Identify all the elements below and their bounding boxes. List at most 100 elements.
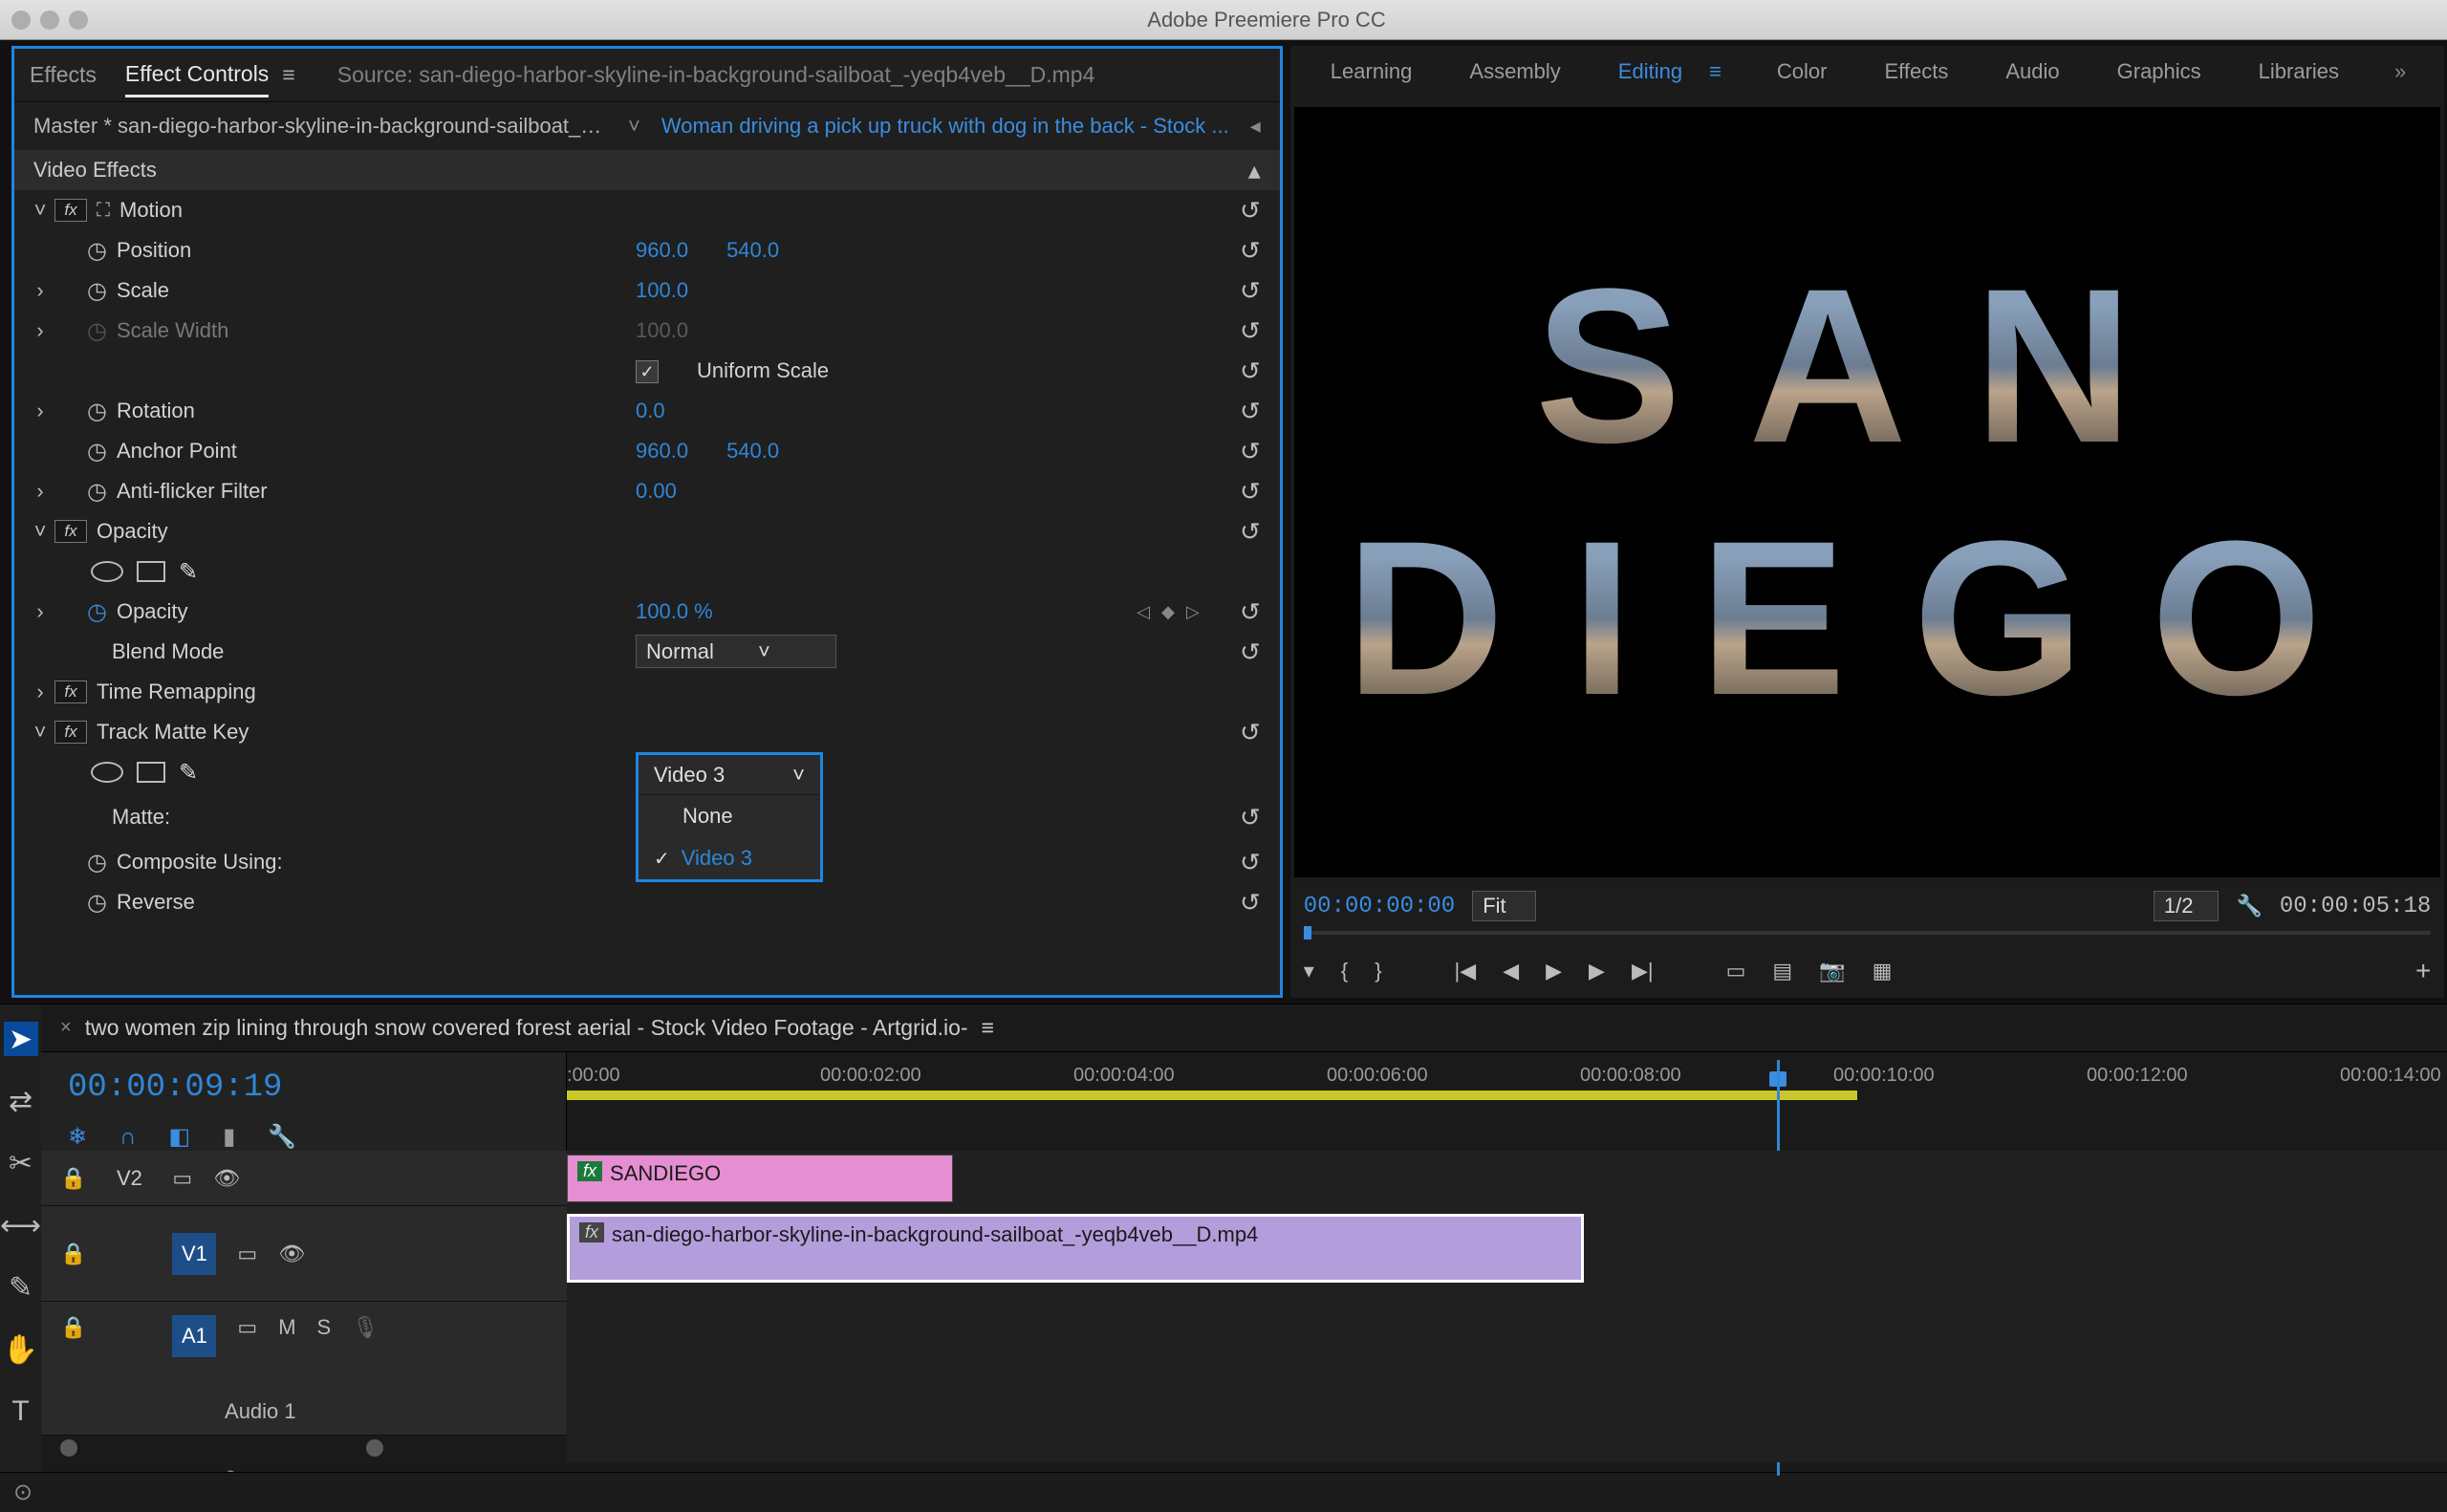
- lock-icon[interactable]: 🔒: [60, 1242, 86, 1266]
- snap-icon[interactable]: ❄: [68, 1123, 87, 1151]
- reset-icon[interactable]: ↺: [1240, 236, 1261, 266]
- play-button[interactable]: ▶: [1546, 959, 1562, 983]
- reset-icon[interactable]: ↺: [1240, 276, 1261, 306]
- add-button-icon[interactable]: +: [2415, 956, 2431, 986]
- stopwatch-icon[interactable]: ◷: [87, 237, 107, 265]
- step-fwd-icon[interactable]: ▶: [1589, 959, 1605, 983]
- fx-badge-icon[interactable]: fx: [54, 721, 87, 744]
- time-remapping-row[interactable]: › fx Time Remapping: [14, 672, 1280, 712]
- close-tab-icon[interactable]: ×: [60, 1017, 72, 1039]
- ws-audio[interactable]: Audio: [2003, 54, 2061, 90]
- reset-icon[interactable]: ↺: [1240, 356, 1261, 386]
- stopwatch-icon[interactable]: ◷: [87, 849, 107, 876]
- clip-video-selected[interactable]: fxsan-diego-harbor-skyline-in-background…: [567, 1214, 1584, 1283]
- ws-assembly[interactable]: Assembly: [1467, 54, 1562, 90]
- program-scrubber[interactable]: [1290, 925, 2445, 944]
- lift-icon[interactable]: ▭: [1726, 959, 1746, 983]
- ws-learning[interactable]: Learning: [1329, 54, 1415, 90]
- eye-icon[interactable]: 👁: [278, 1242, 305, 1266]
- blend-dropdown[interactable]: Normal ˅: [636, 639, 875, 664]
- eye-icon[interactable]: 👁: [213, 1166, 240, 1191]
- twirl-down-icon[interactable]: ˅: [33, 720, 47, 745]
- timeline-timecode[interactable]: 00:00:09:19: [41, 1052, 566, 1106]
- program-preview[interactable]: SAN DIEGO: [1294, 107, 2441, 877]
- stopwatch-icon[interactable]: ◷: [87, 478, 107, 506]
- pen-tool-icon[interactable]: ✎: [9, 1271, 32, 1305]
- ws-libraries[interactable]: Libraries: [2257, 54, 2341, 90]
- timeline-ruler-area[interactable]: :00:0000:00:02:0000:00:04:0000:00:06:000…: [567, 1052, 2447, 1151]
- settings-icon[interactable]: 🔧: [2236, 894, 2262, 918]
- comparison-icon[interactable]: ▦: [1873, 959, 1893, 983]
- reset-icon[interactable]: ↺: [1240, 196, 1261, 226]
- slider-handle-icon[interactable]: [60, 1439, 77, 1457]
- reset-icon[interactable]: ↺: [1240, 477, 1261, 507]
- mic-icon[interactable]: 🎙: [352, 1315, 379, 1340]
- settings-icon[interactable]: 🔧: [268, 1123, 296, 1151]
- twirl-right-icon[interactable]: ›: [33, 278, 47, 303]
- panel-menu-icon[interactable]: ≡: [1709, 59, 1722, 84]
- sequence-link[interactable]: Woman driving a pick up truck with dog i…: [661, 114, 1229, 139]
- fx-badge-icon[interactable]: fx: [54, 520, 87, 543]
- traffic-light-close[interactable]: [11, 11, 31, 30]
- overflow-icon[interactable]: »: [2394, 59, 2406, 84]
- twirl-down-icon[interactable]: ˅: [33, 519, 47, 544]
- mute-icon[interactable]: M: [278, 1315, 295, 1340]
- reset-icon[interactable]: ↺: [1240, 888, 1261, 918]
- fit-dropdown[interactable]: Fit: [1472, 891, 1535, 921]
- mark-clip-icon[interactable]: }: [1375, 959, 1381, 983]
- sync-lock-icon[interactable]: ▭: [172, 1166, 192, 1191]
- step-back-icon[interactable]: ◀: [1503, 959, 1519, 983]
- type-tool-icon[interactable]: T: [11, 1395, 29, 1428]
- ellipse-mask-icon[interactable]: [91, 762, 123, 783]
- collapse-icon[interactable]: ▴: [1248, 156, 1261, 185]
- keyframe-nav[interactable]: ◁◆▷: [1137, 602, 1200, 622]
- ws-graphics[interactable]: Graphics: [2115, 54, 2203, 90]
- position-values[interactable]: 960.0540.0: [636, 238, 817, 263]
- track-v2-label[interactable]: V2: [107, 1157, 151, 1199]
- pen-mask-icon[interactable]: ✎: [179, 759, 198, 787]
- goto-in-icon[interactable]: |◀: [1455, 959, 1477, 983]
- time-ruler[interactable]: :00:0000:00:02:0000:00:04:0000:00:06:000…: [567, 1052, 2447, 1091]
- sequence-tab[interactable]: × two women zip lining through snow cove…: [41, 1004, 2447, 1052]
- sync-lock-icon[interactable]: ▭: [237, 1315, 257, 1340]
- rect-mask-icon[interactable]: [137, 561, 165, 582]
- hand-tool-icon[interactable]: ✋: [3, 1333, 38, 1367]
- reset-icon[interactable]: ↺: [1240, 597, 1261, 627]
- matte-selected[interactable]: Video 3˅: [639, 755, 820, 795]
- track-select-tool-icon[interactable]: ⇄: [9, 1085, 32, 1118]
- track-v2-header[interactable]: 🔒 V2 ▭ 👁: [41, 1151, 567, 1206]
- work-area-bar[interactable]: [567, 1091, 1857, 1100]
- checkbox-icon[interactable]: ✓: [636, 360, 659, 383]
- matte-option-video3[interactable]: ✓Video 3: [639, 837, 820, 879]
- panel-menu-icon[interactable]: ≡: [282, 62, 294, 88]
- track-height-slider[interactable]: [41, 1436, 567, 1462]
- reset-icon[interactable]: ↺: [1240, 848, 1261, 877]
- fx-opacity-row[interactable]: ˅ fx Opacity ↺: [14, 511, 1280, 551]
- sync-lock-icon[interactable]: ▭: [237, 1242, 257, 1266]
- marker-icon[interactable]: ▮: [223, 1123, 235, 1151]
- reset-icon[interactable]: ↺: [1240, 437, 1261, 466]
- linked-selection-icon[interactable]: ∩: [119, 1124, 136, 1151]
- traffic-light-min[interactable]: [40, 11, 59, 30]
- playhead-icon[interactable]: [1304, 926, 1311, 940]
- panel-menu-icon[interactable]: ≡: [982, 1015, 994, 1041]
- matte-dropdown[interactable]: Video 3˅ None ✓Video 3: [636, 752, 823, 882]
- razor-tool-icon[interactable]: ⟷: [0, 1209, 41, 1242]
- reset-icon[interactable]: ↺: [1240, 397, 1261, 426]
- rotation-value[interactable]: 0.0: [636, 399, 704, 423]
- stopwatch-icon[interactable]: ◷: [87, 438, 107, 465]
- mark-out-icon[interactable]: {: [1341, 959, 1348, 983]
- export-frame-icon[interactable]: 📷: [1819, 959, 1845, 983]
- reset-icon[interactable]: ↺: [1240, 718, 1261, 747]
- reset-icon[interactable]: ↺: [1240, 803, 1261, 832]
- timeline-clips-area[interactable]: fxSANDIEGO fxsan-diego-harbor-skyline-in…: [567, 1151, 2447, 1462]
- fx-motion-row[interactable]: ˅ fx ⛶ Motion ↺: [14, 190, 1280, 230]
- anchor-values[interactable]: 960.0540.0: [636, 439, 817, 464]
- reset-icon[interactable]: ↺: [1240, 637, 1261, 667]
- stopwatch-icon[interactable]: ◷: [87, 398, 107, 425]
- scale-value[interactable]: 100.0: [636, 278, 726, 303]
- traffic-light-max[interactable]: [69, 11, 88, 30]
- master-clip-label[interactable]: Master * san-diego-harbor-skyline-in-bac…: [33, 114, 607, 139]
- track-v1-header[interactable]: 🔒 V1 ▭ 👁: [41, 1206, 567, 1302]
- reset-icon[interactable]: ↺: [1240, 316, 1261, 346]
